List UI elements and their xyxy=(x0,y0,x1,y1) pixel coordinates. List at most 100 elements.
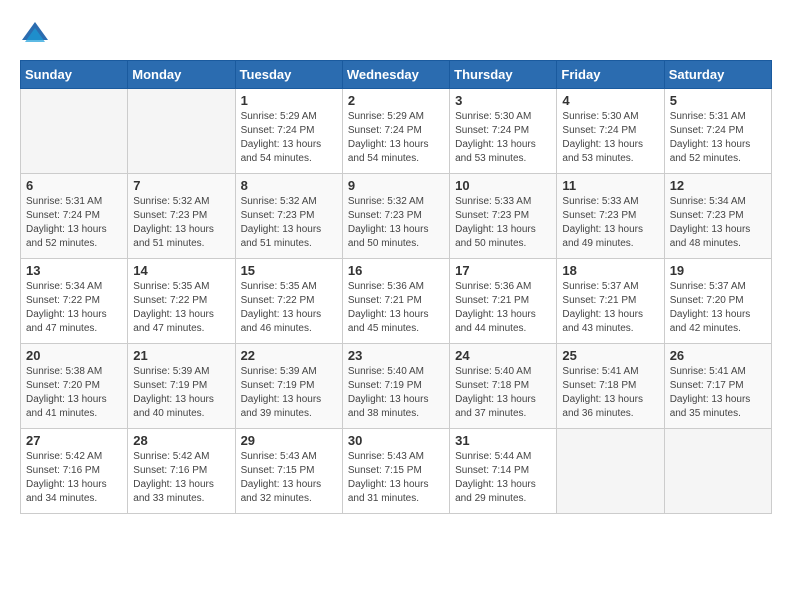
day-info: Daylight: 13 hours and 32 minutes. xyxy=(241,478,337,506)
day-cell: 14Sunrise: 5:35 AMSunset: 7:22 PMDayligh… xyxy=(128,259,235,344)
day-cell: 30Sunrise: 5:43 AMSunset: 7:15 PMDayligh… xyxy=(342,429,449,514)
day-info: Sunrise: 5:37 AM xyxy=(562,280,658,294)
day-info: Sunset: 7:18 PM xyxy=(562,379,658,393)
day-info: Sunset: 7:23 PM xyxy=(348,209,444,223)
day-number: 3 xyxy=(455,93,551,108)
day-number: 22 xyxy=(241,348,337,363)
day-info: Sunset: 7:24 PM xyxy=(241,124,337,138)
day-info: Daylight: 13 hours and 51 minutes. xyxy=(241,223,337,251)
day-cell: 11Sunrise: 5:33 AMSunset: 7:23 PMDayligh… xyxy=(557,174,664,259)
week-row-4: 20Sunrise: 5:38 AMSunset: 7:20 PMDayligh… xyxy=(21,344,772,429)
day-info: Sunrise: 5:36 AM xyxy=(455,280,551,294)
day-cell: 21 Sunrise: 5:39 AMSunset: 7:19 PMDayligh… xyxy=(128,344,235,429)
day-info: Sunrise: 5:44 AM xyxy=(455,450,551,464)
day-info: Daylight: 13 hours and 40 minutes. xyxy=(133,393,229,421)
day-info: Sunset: 7:18 PM xyxy=(455,379,551,393)
day-info: Daylight: 13 hours and 39 minutes. xyxy=(241,393,337,421)
day-info: Daylight: 13 hours and 54 minutes. xyxy=(348,138,444,166)
day-info: Sunset: 7:22 PM xyxy=(133,294,229,308)
day-info: Daylight: 13 hours and 36 minutes. xyxy=(562,393,658,421)
day-cell: 25Sunrise: 5:41 AMSunset: 7:18 PMDayligh… xyxy=(557,344,664,429)
day-info: Sunset: 7:22 PM xyxy=(241,294,337,308)
day-number: 7 xyxy=(133,178,229,193)
day-info: Sunrise: 5:42 AM xyxy=(133,450,229,464)
day-info: Daylight: 13 hours and 43 minutes. xyxy=(562,308,658,336)
day-info: Sunset: 7:23 PM xyxy=(455,209,551,223)
day-info: Daylight: 13 hours and 37 minutes. xyxy=(455,393,551,421)
day-info: Sunrise: 5:33 AM xyxy=(562,195,658,209)
day-number: 23 xyxy=(348,348,444,363)
day-number: 5 xyxy=(670,93,766,108)
day-info: Sunset: 7:23 PM xyxy=(241,209,337,223)
day-number: 27 xyxy=(26,433,122,448)
day-info: Sunrise: 5:32 AM xyxy=(348,195,444,209)
day-cell: 7Sunrise: 5:32 AMSunset: 7:23 PMDaylight… xyxy=(128,174,235,259)
day-number: 30 xyxy=(348,433,444,448)
day-info: Sunset: 7:19 PM xyxy=(241,379,337,393)
day-info: Sunset: 7:15 PM xyxy=(348,464,444,478)
day-cell: 17Sunrise: 5:36 AMSunset: 7:21 PMDayligh… xyxy=(450,259,557,344)
day-number: 25 xyxy=(562,348,658,363)
day-info: Daylight: 13 hours and 47 minutes. xyxy=(133,308,229,336)
day-number: 2 xyxy=(348,93,444,108)
day-info: Sunrise: 5:33 AM xyxy=(455,195,551,209)
day-info: Sunset: 7:24 PM xyxy=(26,209,122,223)
day-info: Daylight: 13 hours and 34 minutes. xyxy=(26,478,122,506)
day-info: Daylight: 13 hours and 41 minutes. xyxy=(26,393,122,421)
day-cell: 24Sunrise: 5:40 AMSunset: 7:18 PMDayligh… xyxy=(450,344,557,429)
day-info: Sunrise: 5:43 AM xyxy=(348,450,444,464)
day-info: Sunset: 7:21 PM xyxy=(562,294,658,308)
day-info: Daylight: 13 hours and 53 minutes. xyxy=(562,138,658,166)
day-cell: 29Sunrise: 5:43 AMSunset: 7:15 PMDayligh… xyxy=(235,429,342,514)
day-cell: 4Sunrise: 5:30 AMSunset: 7:24 PMDaylight… xyxy=(557,89,664,174)
day-info: Daylight: 13 hours and 49 minutes. xyxy=(562,223,658,251)
day-info: Daylight: 13 hours and 45 minutes. xyxy=(348,308,444,336)
day-header-tuesday: Tuesday xyxy=(235,61,342,89)
day-cell: 9Sunrise: 5:32 AMSunset: 7:23 PMDaylight… xyxy=(342,174,449,259)
logo-icon xyxy=(20,20,50,50)
day-cell: 16Sunrise: 5:36 AMSunset: 7:21 PMDayligh… xyxy=(342,259,449,344)
day-cell: 19Sunrise: 5:37 AMSunset: 7:20 PMDayligh… xyxy=(664,259,771,344)
week-row-1: 1Sunrise: 5:29 AMSunset: 7:24 PMDaylight… xyxy=(21,89,772,174)
day-info: Daylight: 13 hours and 50 minutes. xyxy=(348,223,444,251)
day-info: Sunrise: 5:29 AM xyxy=(348,110,444,124)
day-number: 29 xyxy=(241,433,337,448)
day-info: Sunrise: 5:30 AM xyxy=(455,110,551,124)
day-cell: 20Sunrise: 5:38 AMSunset: 7:20 PMDayligh… xyxy=(21,344,128,429)
day-info: Sunset: 7:23 PM xyxy=(133,209,229,223)
day-info: Sunrise: 5:31 AM xyxy=(26,195,122,209)
logo xyxy=(20,20,54,50)
day-cell: 22Sunrise: 5:39 AMSunset: 7:19 PMDayligh… xyxy=(235,344,342,429)
day-number: 1 xyxy=(241,93,337,108)
day-cell xyxy=(21,89,128,174)
day-number: 13 xyxy=(26,263,122,278)
day-number: 26 xyxy=(670,348,766,363)
day-info: Sunset: 7:19 PM xyxy=(348,379,444,393)
day-info: Sunset: 7:20 PM xyxy=(670,294,766,308)
day-cell: 26Sunrise: 5:41 AMSunset: 7:17 PMDayligh… xyxy=(664,344,771,429)
day-number: 28 xyxy=(133,433,229,448)
day-info: Daylight: 13 hours and 53 minutes. xyxy=(455,138,551,166)
day-info: Sunset: 7:19 PM xyxy=(133,379,229,393)
day-info: Sunset: 7:22 PM xyxy=(26,294,122,308)
day-info: Daylight: 13 hours and 52 minutes. xyxy=(670,138,766,166)
week-row-3: 13Sunrise: 5:34 AMSunset: 7:22 PMDayligh… xyxy=(21,259,772,344)
day-cell: 18Sunrise: 5:37 AMSunset: 7:21 PMDayligh… xyxy=(557,259,664,344)
day-number: 8 xyxy=(241,178,337,193)
day-number: 21 xyxy=(133,348,229,363)
day-cell xyxy=(128,89,235,174)
day-number: 10 xyxy=(455,178,551,193)
day-info: Sunrise: 5:39 AM xyxy=(133,365,229,379)
day-info: Daylight: 13 hours and 47 minutes. xyxy=(26,308,122,336)
day-info: Daylight: 13 hours and 35 minutes. xyxy=(670,393,766,421)
day-info: Sunrise: 5:35 AM xyxy=(133,280,229,294)
day-info: Daylight: 13 hours and 54 minutes. xyxy=(241,138,337,166)
day-info: Sunrise: 5:42 AM xyxy=(26,450,122,464)
day-cell: 15Sunrise: 5:35 AMSunset: 7:22 PMDayligh… xyxy=(235,259,342,344)
day-cell: 12Sunrise: 5:34 AMSunset: 7:23 PMDayligh… xyxy=(664,174,771,259)
day-cell: 13Sunrise: 5:34 AMSunset: 7:22 PMDayligh… xyxy=(21,259,128,344)
day-header-wednesday: Wednesday xyxy=(342,61,449,89)
day-header-monday: Monday xyxy=(128,61,235,89)
day-info: Sunrise: 5:43 AM xyxy=(241,450,337,464)
day-info: Sunrise: 5:36 AM xyxy=(348,280,444,294)
